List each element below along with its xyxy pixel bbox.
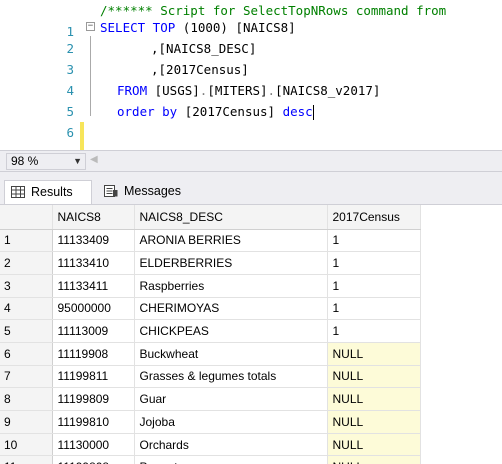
code-line-6[interactable]: 6 order by [2017Census] desc [0, 101, 502, 150]
tab-messages[interactable]: Messages [98, 180, 198, 204]
code-text: [2017Census] [177, 104, 283, 119]
line-number: 6 [66, 125, 74, 140]
row-number[interactable]: 10 [0, 433, 53, 457]
code-line-5[interactable]: 5 FROM [USGS].[MITERS].[NAICS8_v2017] [0, 80, 502, 143]
zoom-dropdown[interactable]: 98 % ▼ [6, 153, 86, 170]
sql-keyword: SELECT TOP [100, 20, 176, 35]
cell-2017census[interactable]: NULL [327, 410, 421, 434]
column-header[interactable]: NAICS8 [52, 205, 135, 230]
cell-naics8[interactable]: 11133409 [52, 229, 135, 253]
cell-naics8-desc[interactable]: Jojoba [134, 410, 328, 434]
sql-keyword: desc [282, 104, 313, 119]
cell-2017census[interactable]: 1 [327, 229, 421, 253]
row-number[interactable]: 7 [0, 365, 53, 389]
cell-naics8-desc[interactable]: ELDERBERRIES [134, 251, 328, 275]
cell-naics8-desc[interactable]: CHICKPEAS [134, 319, 328, 343]
cell-naics8[interactable]: 11199808 [52, 455, 135, 464]
cell-naics8[interactable]: 11130000 [52, 433, 135, 457]
scroll-left-icon[interactable]: ◀ [90, 154, 98, 165]
code-text: (1000) [NAICS8] [175, 20, 296, 35]
cell-naics8[interactable]: 95000000 [52, 297, 135, 321]
table-row[interactable]: 7 11199811 Grasses & legumes totals NULL [0, 365, 421, 389]
table-row[interactable]: 2 11133410 ELDERBERRIES 1 [0, 251, 421, 275]
cell-naics8-desc[interactable]: Guar [134, 387, 328, 411]
cell-naics8-desc[interactable]: Grasses & legumes totals [134, 365, 328, 389]
row-number[interactable]: 8 [0, 387, 53, 411]
cell-naics8[interactable]: 11119908 [52, 342, 135, 366]
cell-naics8[interactable]: 11199811 [52, 365, 135, 389]
row-number[interactable]: 9 [0, 410, 53, 434]
tab-label: Results [31, 185, 73, 199]
cell-naics8-desc[interactable]: Buckwheat [134, 342, 328, 366]
results-tab-strip: Results Messages [0, 172, 502, 204]
header-row: NAICS8 NAICS8_DESC 2017Census [0, 205, 421, 230]
changed-line-marker [80, 122, 84, 143]
cell-2017census[interactable]: 1 [327, 274, 421, 298]
column-header[interactable]: 2017Census [327, 205, 421, 230]
code-line-2[interactable]: 2 − SELECT TOP (1000) [NAICS8] [0, 17, 502, 56]
cell-naics8[interactable]: 11133411 [52, 274, 135, 298]
table-row[interactable]: 1 11133409 ARONIA BERRIES 1 [0, 229, 421, 253]
row-number[interactable]: 4 [0, 297, 53, 321]
table-row[interactable]: 3 11133411 Raspberries 1 [0, 274, 421, 298]
sql-keyword: order by [117, 104, 178, 119]
table-row[interactable]: 6 11119908 Buckwheat NULL [0, 342, 421, 366]
code-line-3[interactable]: 3 ,[NAICS8_DESC] [0, 38, 502, 77]
row-selector-header[interactable] [0, 205, 53, 230]
text-caret [312, 105, 314, 120]
table-row[interactable]: 10 11130000 Orchards NULL [0, 433, 421, 457]
row-number[interactable]: 5 [0, 319, 53, 343]
table-row[interactable]: 9 11199810 Jojoba NULL [0, 410, 421, 434]
row-number[interactable]: 1 [0, 229, 53, 253]
cell-naics8[interactable]: 11113009 [52, 319, 135, 343]
cell-2017census[interactable]: NULL [327, 387, 421, 411]
cell-naics8-desc[interactable]: Peanuts [134, 455, 328, 464]
collapse-toggle-icon[interactable]: − [86, 22, 95, 31]
row-number[interactable]: 6 [0, 342, 53, 366]
code-comment: /****** Script for SelectTopNRows comman… [100, 3, 447, 18]
cell-2017census[interactable]: 1 [327, 251, 421, 275]
code-text: [NAICS8_v2017] [275, 83, 381, 98]
column-header[interactable]: NAICS8_DESC [134, 205, 328, 230]
code-text: ,[2017Census] [151, 62, 249, 77]
cell-2017census[interactable]: NULL [327, 365, 421, 389]
editor-status-bar: 98 % ▼ ◀ [0, 150, 502, 172]
cell-naics8-desc[interactable]: Raspberries [134, 274, 328, 298]
cell-2017census[interactable]: NULL [327, 433, 421, 457]
cell-naics8[interactable]: 11199810 [52, 410, 135, 434]
code-dot: . [267, 83, 276, 98]
cell-2017census[interactable]: NULL [327, 455, 421, 464]
zoom-value: 98 % [11, 154, 39, 168]
cell-naics8-desc[interactable]: ARONIA BERRIES [134, 229, 328, 253]
row-number[interactable]: 3 [0, 274, 53, 298]
chevron-down-icon: ▼ [73, 156, 82, 166]
messages-icon [104, 185, 118, 197]
grid-icon [11, 186, 25, 198]
cell-2017census[interactable]: 1 [327, 297, 421, 321]
cell-naics8-desc[interactable]: Orchards [134, 433, 328, 457]
cell-naics8[interactable]: 11199809 [52, 387, 135, 411]
tab-label: Messages [124, 184, 181, 198]
code-text: ,[NAICS8_DESC] [151, 41, 257, 56]
sql-keyword: FROM [117, 83, 148, 98]
table-row[interactable]: 11 11199808 Peanuts NULL [0, 455, 421, 464]
code-line-4[interactable]: 4 ,[2017Census] [0, 59, 502, 98]
cell-2017census[interactable]: 1 [327, 319, 421, 343]
cell-naics8-desc[interactable]: CHERIMOYAS [134, 297, 328, 321]
changed-line-marker [80, 143, 84, 150]
table-row[interactable]: 5 11113009 CHICKPEAS 1 [0, 319, 421, 343]
cell-naics8[interactable]: 11133410 [52, 251, 135, 275]
tab-results[interactable]: Results [4, 180, 92, 204]
sql-editor[interactable]: 1 /****** Script for SelectTopNRows comm… [0, 0, 502, 150]
cell-2017census[interactable]: NULL [327, 342, 421, 366]
row-number[interactable]: 2 [0, 251, 53, 275]
table-row[interactable]: 8 11199809 Guar NULL [0, 387, 421, 411]
results-grid[interactable]: NAICS8 NAICS8_DESC 2017Census 1 11133409… [0, 204, 502, 464]
table-row[interactable]: 4 95000000 CHERIMOYAS 1 [0, 297, 421, 321]
code-text: [MITERS] [207, 83, 268, 98]
code-text: [USGS] [147, 83, 200, 98]
row-number[interactable]: 11 [0, 455, 53, 464]
results-table: NAICS8 NAICS8_DESC 2017Census 1 11133409… [0, 205, 421, 464]
